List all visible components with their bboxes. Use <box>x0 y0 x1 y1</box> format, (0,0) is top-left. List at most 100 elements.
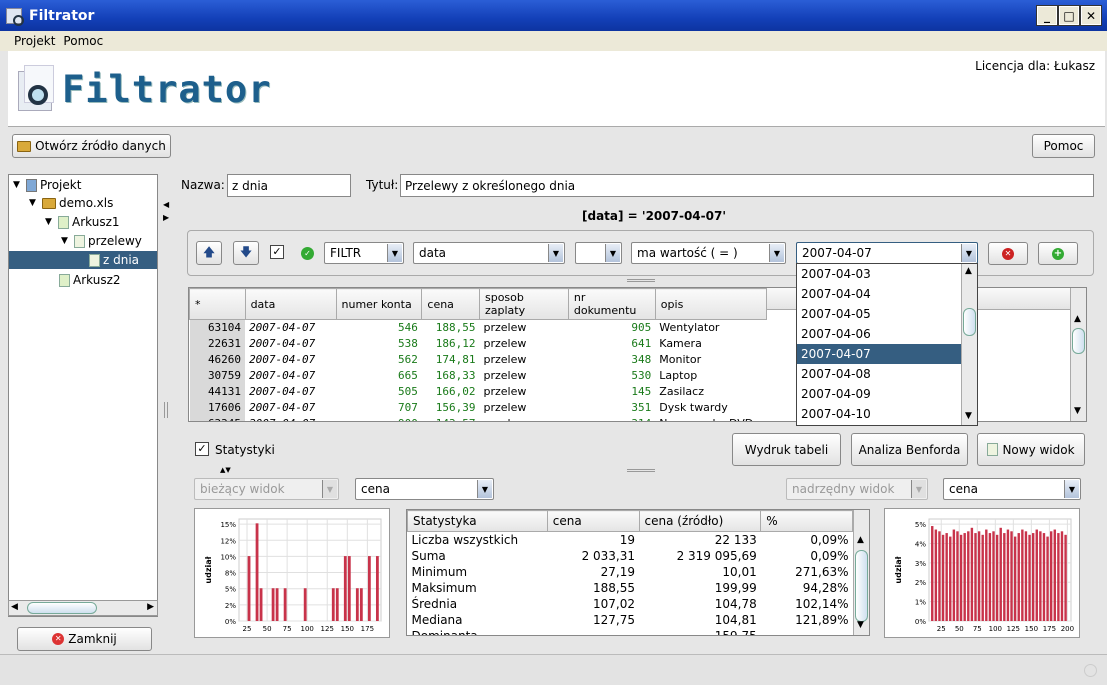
splitter-grip[interactable] <box>164 402 168 418</box>
remove-condition-button[interactable]: ✕ <box>988 242 1028 265</box>
column-header[interactable]: cena <box>421 288 480 320</box>
histogram-bar <box>988 533 992 621</box>
right-field-select[interactable]: cena ▼ <box>943 478 1081 500</box>
expand-icon[interactable]: ▼ <box>29 198 39 208</box>
tree-item-file[interactable]: ▼ demo.xls <box>29 194 113 212</box>
expand-right-icon[interactable]: ▶ <box>163 213 169 222</box>
x-tick-label: 175 <box>1043 625 1056 633</box>
table-cell: Wentylator <box>659 321 720 335</box>
scroll-down-icon[interactable]: ▼ <box>1074 406 1081 416</box>
y-tick-label: 2% <box>915 579 926 587</box>
move-up-button[interactable]: 🡅 <box>196 241 222 265</box>
splitter-grip-top[interactable] <box>627 279 655 282</box>
right-histogram-svg: 0% 1% 2% 3% 4% 5% 25 50 75 100 125 150 175 200 udział <box>894 518 1074 633</box>
splitter-arrows-icon[interactable]: ▲▼ <box>220 466 231 474</box>
date-option[interactable]: 2007-04-05 <box>797 304 961 324</box>
column-header[interactable]: nr dokumentu <box>567 288 656 320</box>
close-window-button[interactable]: ✕ <box>1080 5 1102 26</box>
menu-projekt[interactable]: Projekt <box>14 34 55 48</box>
table-row[interactable]: 633452007-04-07900143,57przelew314Nagryw… <box>189 415 767 421</box>
menu-pomoc[interactable]: Pomoc <box>63 34 103 48</box>
date-option[interactable]: 2007-04-10 <box>797 404 961 424</box>
table-cell: Dysk twardy <box>659 401 728 414</box>
field-select[interactable]: data ▼ <box>413 242 565 264</box>
histogram-bar <box>283 588 287 621</box>
table-vertical-scrollbar[interactable]: ▲ ▼ <box>1070 288 1086 421</box>
name-input[interactable]: z dnia <box>227 174 351 197</box>
date-option[interactable]: 2007-04-09 <box>797 384 961 404</box>
y-tick-label: 0% <box>225 618 236 626</box>
column-header[interactable]: * <box>189 288 246 320</box>
stats-checkbox-label: Statystyki <box>215 443 275 457</box>
table-row[interactable]: 46260 2007-04-07 562 174,81 przelew 348 Monito… <box>189 351 767 368</box>
date-option[interactable]: 2007-04-03 <box>797 264 961 284</box>
expand-icon[interactable]: ▼ <box>13 180 23 190</box>
expand-icon[interactable]: ▼ <box>45 217 55 227</box>
dropdown-scrollbar[interactable]: ▲ ▼ <box>961 264 977 425</box>
arrow-down-icon: 🡇 <box>239 244 253 259</box>
new-view-button[interactable]: Nowy widok <box>977 433 1085 466</box>
table-cell: 186,12 <box>435 337 476 350</box>
tree-item-filter[interactable]: z dnia <box>9 251 157 269</box>
column-header[interactable]: data <box>244 288 337 320</box>
modifier-select[interactable]: ▼ <box>575 242 622 264</box>
stats-row: Mediana 127,75 104,81 121,89% <box>408 612 853 628</box>
operator-select[interactable]: ma wartość ( = ) ▼ <box>631 242 786 264</box>
column-header[interactable]: sposob zaplaty <box>478 288 569 320</box>
stats-column-header[interactable]: cena <box>546 510 640 532</box>
collapse-left-icon[interactable]: ◀ <box>163 200 169 209</box>
close-button[interactable]: ✕ Zamknij <box>17 627 152 651</box>
move-down-button[interactable]: 🡇 <box>233 241 259 265</box>
stats-column-header[interactable]: cena (źródło) <box>638 510 762 532</box>
table-row[interactable]: 22631 2007-04-07 538 186,12 przelew 641 Kamera <box>189 335 767 352</box>
date-option[interactable]: 2007-04-06 <box>797 324 961 344</box>
histogram-bar <box>992 531 995 621</box>
minimize-button[interactable]: _ <box>1036 5 1058 26</box>
stats-cell <box>761 628 853 636</box>
scroll-up-icon[interactable]: ▲ <box>1074 314 1081 324</box>
scroll-left-icon[interactable]: ◀ <box>11 602 18 612</box>
print-table-button[interactable]: Wydruk tabeli <box>732 433 841 466</box>
left-field-select[interactable]: cena ▼ <box>355 478 494 500</box>
table-row[interactable]: 63104 2007-04-07 546 188,55 przelew 905 Wentyl… <box>189 319 767 336</box>
x-tick-label: 75 <box>283 625 292 633</box>
scroll-thumb[interactable] <box>27 602 97 614</box>
view-icon <box>987 443 999 456</box>
benford-analysis-button[interactable]: Analiza Benforda <box>851 433 968 466</box>
scroll-down-icon[interactable]: ▼ <box>857 620 864 630</box>
stats-checkbox[interactable]: ✓ <box>195 442 209 456</box>
scroll-thumb[interactable] <box>855 550 868 622</box>
date-option[interactable]: 2007-04-08 <box>797 364 961 384</box>
stats-column-header[interactable]: % <box>760 510 853 532</box>
stats-column-header[interactable]: Statystyka <box>407 510 548 532</box>
tree-item-view[interactable]: ▼ przelewy <box>61 232 142 250</box>
column-header[interactable]: opis <box>654 288 768 320</box>
stats-scrollbar[interactable]: ▲ ▼ <box>853 510 869 635</box>
tree-item-sheet2[interactable]: Arkusz2 <box>59 271 121 289</box>
open-source-button[interactable]: Otwórz źródło danych <box>12 134 171 158</box>
add-condition-button[interactable]: + <box>1038 242 1078 265</box>
expand-icon[interactable]: ▼ <box>61 236 71 246</box>
value-select[interactable]: 2007-04-07 ▼ <box>796 242 978 264</box>
splitter-grip-bottom[interactable] <box>627 469 655 472</box>
title-input[interactable]: Przelewy z określonego dnia <box>400 174 1094 197</box>
enable-checkbox[interactable]: ✓ <box>270 245 284 259</box>
date-option[interactable]: 2007-04-07 <box>797 344 961 364</box>
scroll-right-icon[interactable]: ▶ <box>147 602 154 612</box>
filter-type-select[interactable]: FILTR ▼ <box>324 242 404 264</box>
scroll-up-icon[interactable]: ▲ <box>857 535 864 545</box>
table-row[interactable]: 44131 2007-04-07 505 166,02 przelew 145 Zasila… <box>189 383 767 400</box>
tree-item-sheet1[interactable]: ▼ Arkusz1 <box>45 213 120 231</box>
scroll-thumb[interactable] <box>963 308 976 336</box>
help-button[interactable]: Pomoc <box>1032 134 1095 158</box>
table-row[interactable]: 30759 2007-04-07 665 168,33 przelew 530 Laptop <box>189 367 767 384</box>
tree-horizontal-scrollbar[interactable]: ◀ ▶ <box>8 600 158 616</box>
column-header[interactable]: numer konta <box>335 288 423 320</box>
date-option[interactable]: 2007-04-04 <box>797 284 961 304</box>
maximize-button[interactable]: □ <box>1058 5 1080 26</box>
scroll-up-icon[interactable]: ▲ <box>965 266 972 276</box>
tree-item-projekt[interactable]: ▼ Projekt <box>13 176 81 194</box>
scroll-thumb[interactable] <box>1072 328 1085 354</box>
table-row[interactable]: 17606 2007-04-07 707 156,39 przelew 351 Dysk t… <box>189 399 767 416</box>
scroll-down-icon[interactable]: ▼ <box>965 411 972 421</box>
